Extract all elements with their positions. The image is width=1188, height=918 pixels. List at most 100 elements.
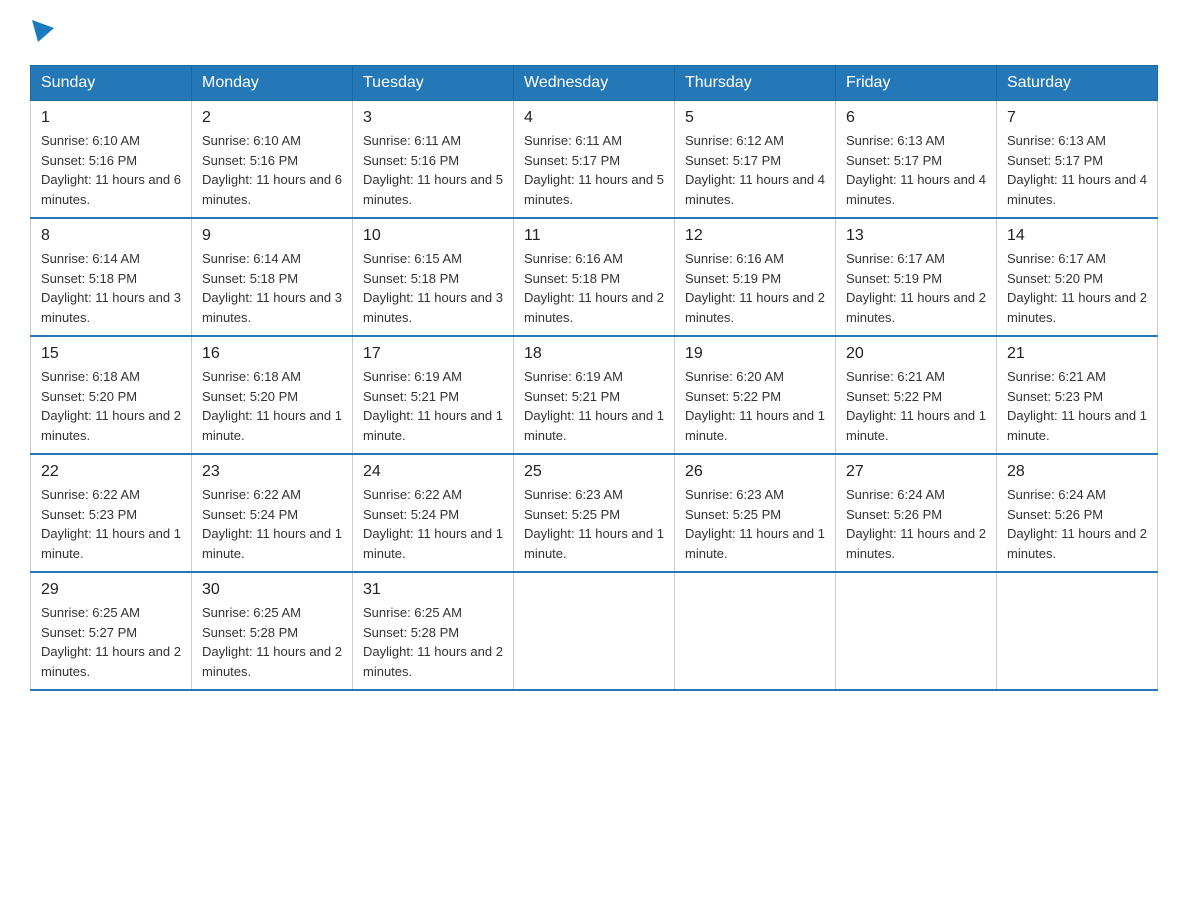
day-info: Sunrise: 6:16 AM Sunset: 5:19 PM Dayligh…	[685, 249, 825, 327]
calendar-cell: 1 Sunrise: 6:10 AM Sunset: 5:16 PM Dayli…	[31, 101, 192, 219]
calendar-cell: 4 Sunrise: 6:11 AM Sunset: 5:17 PM Dayli…	[514, 101, 675, 219]
day-number: 9	[202, 227, 342, 245]
day-number: 1	[41, 109, 181, 127]
calendar-cell: 12 Sunrise: 6:16 AM Sunset: 5:19 PM Dayl…	[675, 218, 836, 336]
calendar-week-row: 15 Sunrise: 6:18 AM Sunset: 5:20 PM Dayl…	[31, 336, 1158, 454]
calendar-cell: 18 Sunrise: 6:19 AM Sunset: 5:21 PM Dayl…	[514, 336, 675, 454]
day-info: Sunrise: 6:16 AM Sunset: 5:18 PM Dayligh…	[524, 249, 664, 327]
day-number: 28	[1007, 463, 1147, 481]
day-number: 24	[363, 463, 503, 481]
calendar-week-row: 29 Sunrise: 6:25 AM Sunset: 5:27 PM Dayl…	[31, 572, 1158, 690]
day-number: 8	[41, 227, 181, 245]
day-info: Sunrise: 6:11 AM Sunset: 5:16 PM Dayligh…	[363, 131, 503, 209]
day-number: 13	[846, 227, 986, 245]
day-number: 12	[685, 227, 825, 245]
page-header	[30, 20, 1158, 47]
day-info: Sunrise: 6:18 AM Sunset: 5:20 PM Dayligh…	[41, 367, 181, 445]
day-info: Sunrise: 6:23 AM Sunset: 5:25 PM Dayligh…	[685, 485, 825, 563]
day-number: 23	[202, 463, 342, 481]
day-number: 6	[846, 109, 986, 127]
day-info: Sunrise: 6:22 AM Sunset: 5:24 PM Dayligh…	[202, 485, 342, 563]
day-info: Sunrise: 6:21 AM Sunset: 5:22 PM Dayligh…	[846, 367, 986, 445]
calendar-table: SundayMondayTuesdayWednesdayThursdayFrid…	[30, 65, 1158, 691]
calendar-cell: 9 Sunrise: 6:14 AM Sunset: 5:18 PM Dayli…	[192, 218, 353, 336]
day-number: 26	[685, 463, 825, 481]
logo	[30, 20, 54, 47]
calendar-cell: 26 Sunrise: 6:23 AM Sunset: 5:25 PM Dayl…	[675, 454, 836, 572]
day-number: 20	[846, 345, 986, 363]
calendar-cell: 19 Sunrise: 6:20 AM Sunset: 5:22 PM Dayl…	[675, 336, 836, 454]
day-number: 27	[846, 463, 986, 481]
day-info: Sunrise: 6:10 AM Sunset: 5:16 PM Dayligh…	[202, 131, 342, 209]
weekday-header-monday: Monday	[192, 66, 353, 101]
weekday-header-sunday: Sunday	[31, 66, 192, 101]
calendar-cell: 15 Sunrise: 6:18 AM Sunset: 5:20 PM Dayl…	[31, 336, 192, 454]
weekday-header-wednesday: Wednesday	[514, 66, 675, 101]
day-info: Sunrise: 6:14 AM Sunset: 5:18 PM Dayligh…	[202, 249, 342, 327]
weekday-header-friday: Friday	[836, 66, 997, 101]
calendar-cell: 6 Sunrise: 6:13 AM Sunset: 5:17 PM Dayli…	[836, 101, 997, 219]
day-number: 7	[1007, 109, 1147, 127]
calendar-week-row: 22 Sunrise: 6:22 AM Sunset: 5:23 PM Dayl…	[31, 454, 1158, 572]
calendar-cell: 29 Sunrise: 6:25 AM Sunset: 5:27 PM Dayl…	[31, 572, 192, 690]
day-info: Sunrise: 6:25 AM Sunset: 5:28 PM Dayligh…	[363, 603, 503, 681]
day-info: Sunrise: 6:17 AM Sunset: 5:20 PM Dayligh…	[1007, 249, 1147, 327]
day-info: Sunrise: 6:13 AM Sunset: 5:17 PM Dayligh…	[1007, 131, 1147, 209]
day-number: 16	[202, 345, 342, 363]
day-number: 18	[524, 345, 664, 363]
day-info: Sunrise: 6:17 AM Sunset: 5:19 PM Dayligh…	[846, 249, 986, 327]
calendar-cell: 8 Sunrise: 6:14 AM Sunset: 5:18 PM Dayli…	[31, 218, 192, 336]
day-number: 14	[1007, 227, 1147, 245]
day-number: 2	[202, 109, 342, 127]
calendar-cell: 11 Sunrise: 6:16 AM Sunset: 5:18 PM Dayl…	[514, 218, 675, 336]
day-info: Sunrise: 6:22 AM Sunset: 5:24 PM Dayligh…	[363, 485, 503, 563]
calendar-cell: 14 Sunrise: 6:17 AM Sunset: 5:20 PM Dayl…	[997, 218, 1158, 336]
day-info: Sunrise: 6:11 AM Sunset: 5:17 PM Dayligh…	[524, 131, 664, 209]
calendar-cell: 17 Sunrise: 6:19 AM Sunset: 5:21 PM Dayl…	[353, 336, 514, 454]
day-info: Sunrise: 6:19 AM Sunset: 5:21 PM Dayligh…	[363, 367, 503, 445]
calendar-cell: 27 Sunrise: 6:24 AM Sunset: 5:26 PM Dayl…	[836, 454, 997, 572]
calendar-cell	[675, 572, 836, 690]
day-info: Sunrise: 6:23 AM Sunset: 5:25 PM Dayligh…	[524, 485, 664, 563]
day-number: 3	[363, 109, 503, 127]
calendar-cell: 23 Sunrise: 6:22 AM Sunset: 5:24 PM Dayl…	[192, 454, 353, 572]
day-number: 15	[41, 345, 181, 363]
day-number: 25	[524, 463, 664, 481]
day-info: Sunrise: 6:24 AM Sunset: 5:26 PM Dayligh…	[846, 485, 986, 563]
day-number: 31	[363, 581, 503, 599]
day-info: Sunrise: 6:21 AM Sunset: 5:23 PM Dayligh…	[1007, 367, 1147, 445]
day-info: Sunrise: 6:15 AM Sunset: 5:18 PM Dayligh…	[363, 249, 503, 327]
weekday-header-thursday: Thursday	[675, 66, 836, 101]
day-number: 30	[202, 581, 342, 599]
calendar-cell	[836, 572, 997, 690]
calendar-cell: 21 Sunrise: 6:21 AM Sunset: 5:23 PM Dayl…	[997, 336, 1158, 454]
calendar-cell: 20 Sunrise: 6:21 AM Sunset: 5:22 PM Dayl…	[836, 336, 997, 454]
day-info: Sunrise: 6:24 AM Sunset: 5:26 PM Dayligh…	[1007, 485, 1147, 563]
day-number: 10	[363, 227, 503, 245]
calendar-cell: 22 Sunrise: 6:22 AM Sunset: 5:23 PM Dayl…	[31, 454, 192, 572]
calendar-cell: 5 Sunrise: 6:12 AM Sunset: 5:17 PM Dayli…	[675, 101, 836, 219]
calendar-cell: 16 Sunrise: 6:18 AM Sunset: 5:20 PM Dayl…	[192, 336, 353, 454]
day-number: 21	[1007, 345, 1147, 363]
day-info: Sunrise: 6:10 AM Sunset: 5:16 PM Dayligh…	[41, 131, 181, 209]
day-number: 4	[524, 109, 664, 127]
day-number: 19	[685, 345, 825, 363]
calendar-cell: 25 Sunrise: 6:23 AM Sunset: 5:25 PM Dayl…	[514, 454, 675, 572]
calendar-cell: 13 Sunrise: 6:17 AM Sunset: 5:19 PM Dayl…	[836, 218, 997, 336]
day-info: Sunrise: 6:12 AM Sunset: 5:17 PM Dayligh…	[685, 131, 825, 209]
calendar-week-row: 1 Sunrise: 6:10 AM Sunset: 5:16 PM Dayli…	[31, 101, 1158, 219]
weekday-header-tuesday: Tuesday	[353, 66, 514, 101]
day-info: Sunrise: 6:25 AM Sunset: 5:28 PM Dayligh…	[202, 603, 342, 681]
logo-triangle-icon	[32, 20, 54, 42]
calendar-cell: 31 Sunrise: 6:25 AM Sunset: 5:28 PM Dayl…	[353, 572, 514, 690]
calendar-cell: 30 Sunrise: 6:25 AM Sunset: 5:28 PM Dayl…	[192, 572, 353, 690]
day-number: 17	[363, 345, 503, 363]
calendar-cell	[997, 572, 1158, 690]
calendar-cell	[514, 572, 675, 690]
day-info: Sunrise: 6:20 AM Sunset: 5:22 PM Dayligh…	[685, 367, 825, 445]
calendar-cell: 2 Sunrise: 6:10 AM Sunset: 5:16 PM Dayli…	[192, 101, 353, 219]
weekday-header-saturday: Saturday	[997, 66, 1158, 101]
day-info: Sunrise: 6:13 AM Sunset: 5:17 PM Dayligh…	[846, 131, 986, 209]
calendar-cell: 28 Sunrise: 6:24 AM Sunset: 5:26 PM Dayl…	[997, 454, 1158, 572]
calendar-week-row: 8 Sunrise: 6:14 AM Sunset: 5:18 PM Dayli…	[31, 218, 1158, 336]
